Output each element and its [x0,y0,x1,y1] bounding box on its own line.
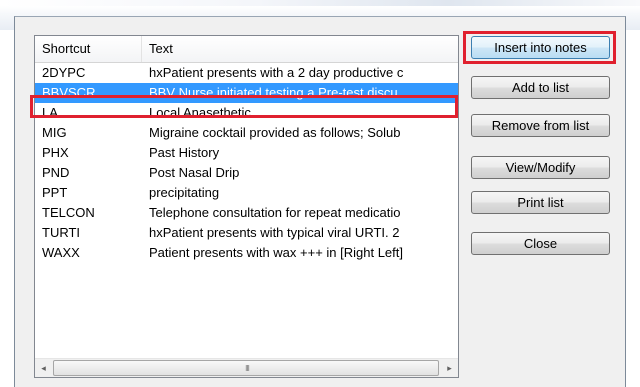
print-list-button[interactable]: Print list [471,191,610,214]
shortcut-cell: 2DYPC [42,65,86,80]
list-body: 2DYPC hxPatient presents with a 2 day pro… [35,63,458,263]
scroll-left-arrow-icon[interactable]: ◂ [35,359,52,377]
shortcut-cell: BBVSCR [42,85,96,100]
list-item[interactable]: WAXX Patient presents with wax +++ in [Ri… [35,243,458,263]
text-cell: Patient presents with wax +++ in [Right … [149,245,404,260]
text-cell: precipitating [149,185,220,200]
text-cell: hxPatient presents with a 2 day producti… [149,65,404,80]
scrollbar-thumb[interactable]: III [53,360,439,376]
view-modify-button[interactable]: View/Modify [471,156,610,179]
shortcut-cell: MIG [42,125,67,140]
scrollbar-grip-icon: III [245,364,250,373]
list-item[interactable]: PND Post Nasal Drip [35,163,458,183]
column-header-text[interactable]: Text [142,36,458,62]
add-to-list-button[interactable]: Add to list [471,76,610,99]
text-cell: Telephone consultation for repeat medica… [149,205,401,220]
shortcut-cell: TURTI [42,225,81,240]
shortcut-cell: PHX [42,145,69,160]
text-cell: hxPatient presents with typical viral UR… [149,225,400,240]
list-item[interactable]: MIG Migraine cocktail provided as follows… [35,123,458,143]
list-item[interactable]: PPT precipitating [35,183,458,203]
text-cell: Past History [149,145,220,160]
list-item[interactable]: TELCON Telephone consultation for repeat … [35,203,458,223]
list-header: Shortcut Text [35,36,458,63]
shortcut-cell: LA [42,105,58,120]
list-item[interactable]: LA Local Anasethetic [35,103,458,123]
scroll-right-arrow-icon[interactable]: ▸ [441,359,458,377]
text-cell: Post Nasal Drip [149,165,240,180]
close-button[interactable]: Close [471,232,610,255]
insert-into-notes-button[interactable]: Insert into notes [471,36,610,59]
shortcut-cell: PPT [42,185,68,200]
list-item[interactable]: BBVSCR BBV Nurse initiated testing a.Pre-… [35,83,458,103]
list-item[interactable]: TURTI hxPatient presents with typical vir… [35,223,458,243]
list-item[interactable]: 2DYPC hxPatient presents with a 2 day pro… [35,63,458,83]
shortcut-cell: WAXX [42,245,80,260]
text-cell: Migraine cocktail provided as follows; S… [149,125,401,140]
horizontal-scrollbar[interactable]: ◂ III ▸ [35,358,458,377]
column-header-shortcut[interactable]: Shortcut [35,36,142,62]
shortcut-list[interactable]: Shortcut Text 2DYPC hxPatient presents wi… [34,35,459,378]
shortcut-cell: PND [42,165,70,180]
shortcut-cell: TELCON [42,205,95,220]
text-cell: BBV Nurse initiated testing a.Pre-test d… [149,85,398,100]
list-item[interactable]: PHX Past History [35,143,458,163]
text-cell: Local Anasethetic [149,105,251,120]
remove-from-list-button[interactable]: Remove from list [471,114,610,137]
window-title-strip [0,0,640,6]
